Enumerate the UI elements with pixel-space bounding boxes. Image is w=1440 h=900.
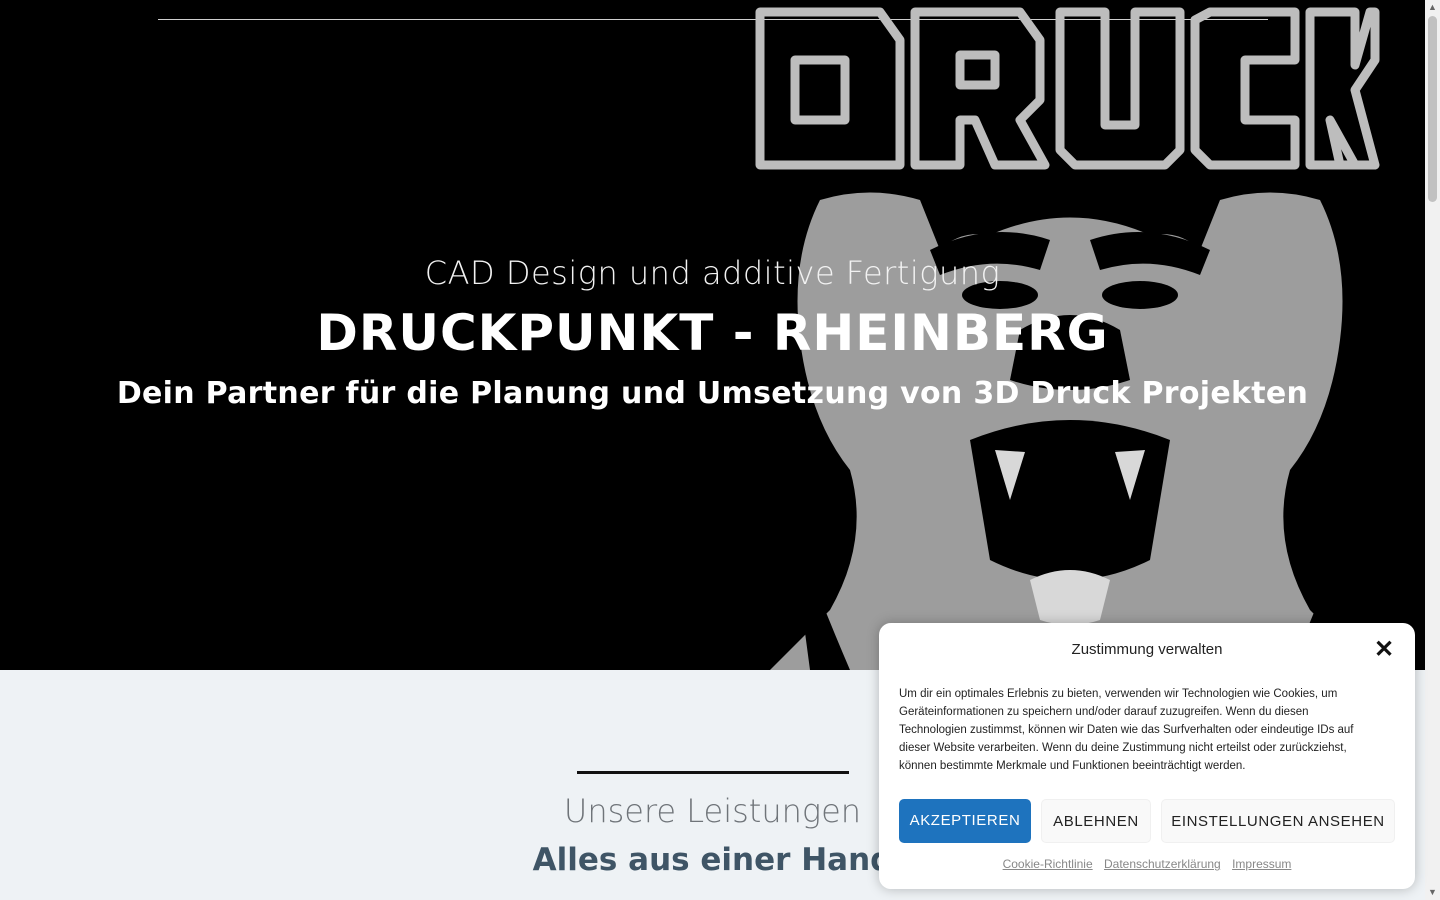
accept-button[interactable]: AKZEPTIEREN — [899, 799, 1031, 843]
close-icon[interactable]: ✕ — [1373, 638, 1395, 662]
view-settings-button[interactable]: EINSTELLUNGEN ANSEHEN — [1161, 799, 1395, 843]
hero-section: CAD Design und additive Fertigung DRUCKP… — [0, 0, 1425, 670]
section-divider — [577, 771, 849, 774]
page-title: DRUCKPUNKT - RHEINBERG — [316, 304, 1109, 362]
cookie-dialog-title: Zustimmung verwalten — [1071, 641, 1223, 658]
scrollbar[interactable]: ▲ ▼ — [1425, 0, 1440, 900]
imprint-link[interactable]: Impressum — [1232, 857, 1291, 871]
deny-button[interactable]: ABLEHNEN — [1041, 799, 1151, 843]
cookie-description: Um dir ein optimales Erlebnis zu bieten,… — [899, 688, 1354, 772]
cookie-links: Cookie-Richtlinie Datenschutzerklärung I… — [879, 857, 1415, 871]
hero-subtitle: Dein Partner für die Planung und Umsetzu… — [116, 376, 1309, 411]
cookie-consent-dialog: Zustimmung verwalten ✕ Um dir ein optima… — [879, 623, 1415, 889]
scroll-down-icon[interactable]: ▼ — [1425, 885, 1440, 900]
scroll-up-icon[interactable]: ▲ — [1425, 0, 1440, 15]
scrollbar-thumb[interactable] — [1428, 16, 1437, 202]
hero-kicker: CAD Design und additive Fertigung — [424, 254, 1001, 292]
privacy-policy-link[interactable]: Datenschutzerklärung — [1104, 857, 1221, 871]
cookie-policy-link[interactable]: Cookie-Richtlinie — [1003, 857, 1093, 871]
